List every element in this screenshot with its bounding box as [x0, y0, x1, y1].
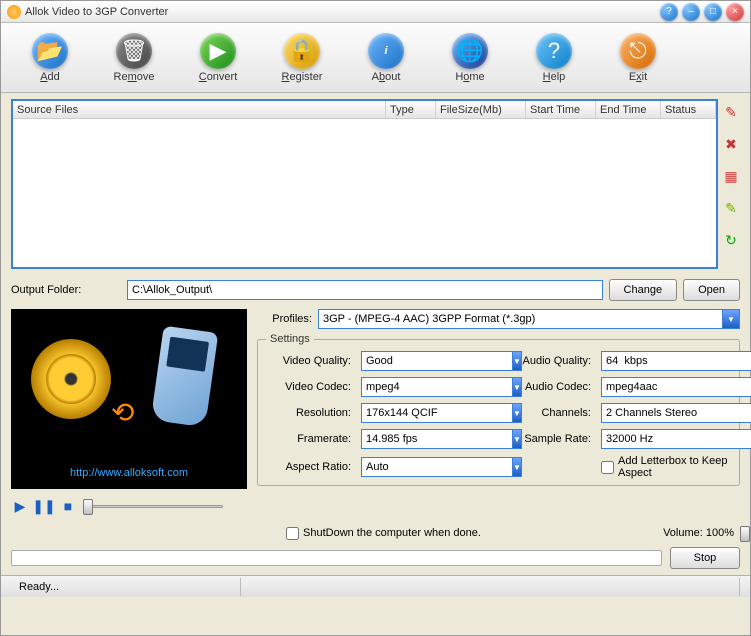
- titlebar: Allok Video to 3GP Converter ? – □ ×: [1, 1, 750, 23]
- preview-pause-button[interactable]: ❚❚: [35, 497, 53, 515]
- shutdown-checkbox[interactable]: [286, 527, 299, 540]
- trash-icon: 🗑: [116, 33, 152, 69]
- promo-url: http://www.alloksoft.com: [70, 467, 188, 479]
- folder-add-icon: 📂: [32, 33, 68, 69]
- settings-legend: Settings: [266, 333, 314, 345]
- video-codec-label: Video Codec:: [266, 381, 351, 393]
- volume-label: Volume: 100%: [663, 527, 734, 539]
- letterbox-checkbox[interactable]: [601, 461, 614, 474]
- home-button[interactable]: 🌐Home: [429, 28, 511, 88]
- profiles-select[interactable]: [318, 309, 722, 329]
- app-title: Allok Video to 3GP Converter: [25, 6, 656, 18]
- preview-play-button[interactable]: ▶: [11, 497, 29, 515]
- add-button[interactable]: 📂Add: [9, 28, 91, 88]
- aspect-label: Aspect Ratio:: [266, 461, 351, 473]
- preview-seek-slider[interactable]: [83, 498, 223, 514]
- phone-icon: [151, 326, 219, 428]
- settings-group: Settings Video Quality: ▼ Audio Quality:…: [257, 333, 740, 486]
- register-button[interactable]: 🔒Register: [261, 28, 343, 88]
- window-maximize-button[interactable]: □: [704, 3, 722, 21]
- col-source[interactable]: Source Files: [13, 101, 386, 118]
- sidebar-remove-icon[interactable]: ✖: [722, 135, 740, 153]
- convert-arrows-icon: ⟲: [111, 396, 134, 429]
- file-list-table[interactable]: Source Files Type FileSize(Mb) Start Tim…: [11, 99, 718, 269]
- video-codec-select[interactable]: [361, 377, 512, 397]
- letterbox-label: Add Letterbox to Keep Aspect: [618, 455, 731, 479]
- window-help-button[interactable]: ?: [660, 3, 678, 21]
- status-bar: Ready...: [1, 575, 750, 597]
- play-icon: ▶: [200, 33, 236, 69]
- framerate-label: Framerate:: [266, 433, 351, 445]
- output-folder-label: Output Folder:: [11, 284, 121, 296]
- video-quality-select[interactable]: [361, 351, 512, 371]
- status-cell-2: [241, 578, 740, 596]
- app-icon: [7, 5, 21, 19]
- open-button[interactable]: Open: [683, 279, 740, 301]
- sidebar-tool-icon[interactable]: ✎: [722, 199, 740, 217]
- framerate-select[interactable]: [361, 429, 512, 449]
- sidebar-grid-icon[interactable]: ▦: [722, 167, 740, 185]
- col-status[interactable]: Status: [661, 101, 716, 118]
- channels-select[interactable]: [601, 403, 751, 423]
- help-button[interactable]: ?Help: [513, 28, 595, 88]
- info-icon: i: [368, 33, 404, 69]
- samplerate-label: Sample Rate:: [501, 433, 591, 445]
- shutdown-label: ShutDown the computer when done.: [303, 527, 481, 539]
- samplerate-select[interactable]: [601, 429, 751, 449]
- about-button[interactable]: iAbout: [345, 28, 427, 88]
- video-quality-label: Video Quality:: [266, 355, 351, 367]
- audio-codec-select[interactable]: [601, 377, 751, 397]
- chevron-down-icon[interactable]: ▼: [512, 457, 522, 477]
- audio-quality-select[interactable]: [601, 351, 751, 371]
- change-button[interactable]: Change: [609, 279, 678, 301]
- progress-bar: [11, 550, 662, 566]
- side-buttons: ✎ ✖ ▦ ✎ ↻: [722, 99, 740, 269]
- window-minimize-button[interactable]: –: [682, 3, 700, 21]
- exit-icon: ⎋: [620, 33, 656, 69]
- audio-quality-label: Audio Quality:: [501, 355, 591, 367]
- window-close-button[interactable]: ×: [726, 3, 744, 21]
- audio-codec-label: Audio Codec:: [501, 381, 591, 393]
- aspect-select[interactable]: [361, 457, 512, 477]
- status-text: Ready...: [11, 578, 241, 596]
- preview-stop-button[interactable]: ■: [59, 497, 77, 515]
- chevron-down-icon[interactable]: ▼: [722, 309, 740, 329]
- resolution-select[interactable]: [361, 403, 512, 423]
- sidebar-add-icon[interactable]: ✎: [722, 103, 740, 121]
- stop-button[interactable]: Stop: [670, 547, 740, 569]
- main-toolbar: 📂Add 🗑Remove ▶Convert 🔒Register iAbout 🌐…: [1, 23, 750, 93]
- output-folder-input[interactable]: [127, 280, 603, 300]
- col-type[interactable]: Type: [386, 101, 436, 118]
- profiles-label: Profiles:: [257, 313, 312, 325]
- resolution-label: Resolution:: [266, 407, 351, 419]
- col-start[interactable]: Start Time: [526, 101, 596, 118]
- col-filesize[interactable]: FileSize(Mb): [436, 101, 526, 118]
- lock-icon: 🔒: [284, 33, 320, 69]
- convert-button[interactable]: ▶Convert: [177, 28, 259, 88]
- remove-button[interactable]: 🗑Remove: [93, 28, 175, 88]
- col-end[interactable]: End Time: [596, 101, 661, 118]
- globe-icon: 🌐: [452, 33, 488, 69]
- channels-label: Channels:: [501, 407, 591, 419]
- sidebar-refresh-icon[interactable]: ↻: [722, 231, 740, 249]
- promo-image: ⟲ http://www.alloksoft.com: [11, 309, 247, 489]
- table-header: Source Files Type FileSize(Mb) Start Tim…: [13, 101, 716, 119]
- question-icon: ?: [536, 33, 572, 69]
- exit-button[interactable]: ⎋Exit: [597, 28, 679, 88]
- film-reel-icon: [31, 339, 111, 419]
